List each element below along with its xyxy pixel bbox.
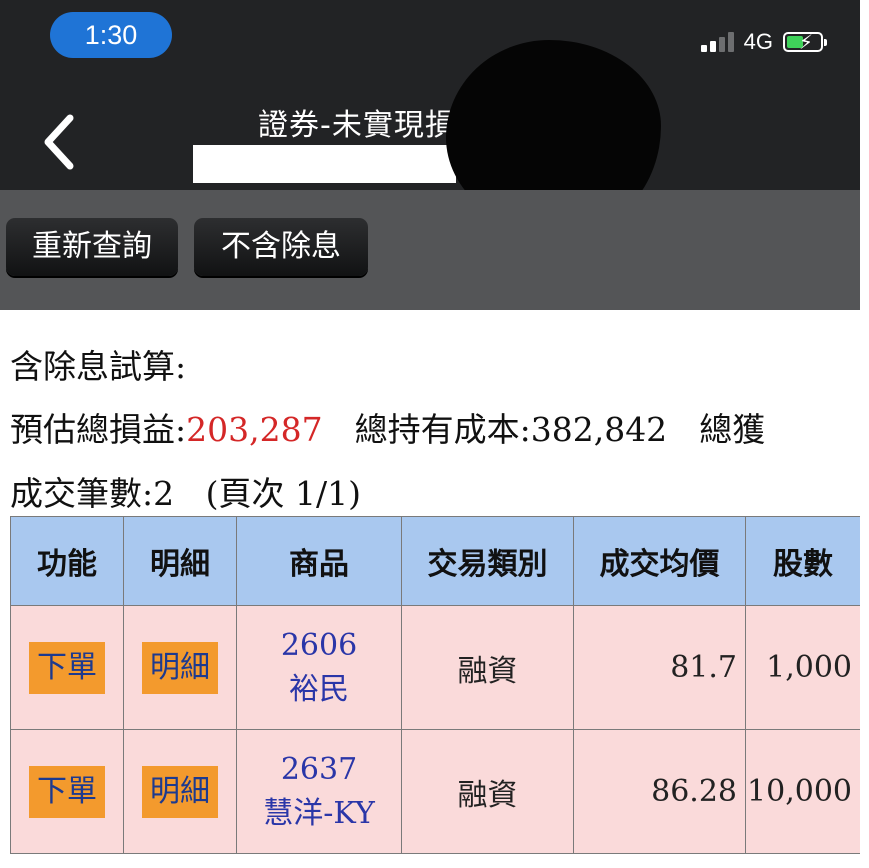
total-cost-label: 總持有成本: — [354, 410, 531, 449]
trade-count-label: 成交筆數: — [10, 474, 154, 513]
app-header: 1:30 4G ⚡ 證券-未實現損 — [0, 0, 869, 235]
trade-type-cell: 融資 — [401, 729, 574, 854]
toolbar: 重新查詢 不含除息 — [0, 190, 860, 310]
product-name-link[interactable]: 慧洋-KY — [237, 792, 401, 836]
holdings-table: 功能 明細 商品 交易類別 成交均價 股數 下單 明細 2606 裕民 融資 81… — [10, 516, 861, 854]
page-title: 證券-未實現損 — [258, 108, 456, 143]
col-header-detail: 明細 — [123, 516, 237, 606]
trade-type-cell: 融資 — [401, 605, 574, 730]
col-header-function: 功能 — [10, 516, 124, 606]
cellular-signal-icon — [700, 32, 734, 52]
product-name-link[interactable]: 裕民 — [237, 668, 401, 712]
back-chevron-icon[interactable] — [38, 112, 88, 172]
total-profit-label: 總獲 — [699, 410, 766, 449]
status-time: 1:30 — [50, 12, 172, 58]
page-info: (頁次 1/1) — [205, 474, 361, 513]
est-pl-label: 預估總損益: — [10, 410, 187, 449]
col-header-product: 商品 — [236, 516, 402, 606]
col-header-trade-type: 交易類別 — [401, 516, 574, 606]
summary-heading: 含除息試算: — [10, 347, 187, 386]
right-edge-mask — [860, 0, 869, 868]
est-pl-value: 203,287 — [186, 410, 323, 449]
place-order-button[interactable]: 下單 — [29, 641, 105, 694]
redaction-bar — [193, 145, 456, 183]
battery-charging-icon: ⚡ — [783, 30, 827, 54]
place-order-button[interactable]: 下單 — [29, 765, 105, 818]
detail-button[interactable]: 明細 — [142, 641, 218, 694]
col-header-avg-price: 成交均價 — [573, 516, 746, 606]
table-row: 下單 明細 2606 裕民 融資 81.7 1,000 — [10, 605, 861, 730]
network-type: 4G — [743, 29, 773, 54]
product-code-link[interactable]: 2606 — [237, 624, 401, 668]
table-row: 下單 明細 2637 慧洋-KY 融資 86.28 10,000 — [10, 729, 861, 854]
status-indicators: 4G ⚡ — [700, 24, 827, 60]
total-cost-value: 382,842 — [530, 410, 668, 449]
detail-button[interactable]: 明細 — [142, 765, 218, 818]
col-header-shares: 股數 — [745, 516, 861, 606]
table-header-row: 功能 明細 商品 交易類別 成交均價 股數 — [10, 516, 861, 606]
summary-totals: 預估總損益:203,287 總持有成本:382,842 總獲 — [10, 403, 765, 451]
requery-button[interactable]: 重新查詢 — [6, 218, 178, 276]
shares-cell: 10,000 — [745, 729, 861, 854]
avg-price-cell: 81.7 — [573, 605, 746, 730]
avg-price-cell: 86.28 — [573, 729, 746, 854]
shares-cell: 1,000 — [745, 605, 861, 730]
exclude-dividend-button[interactable]: 不含除息 — [194, 218, 368, 276]
product-code-link[interactable]: 2637 — [237, 748, 401, 792]
summary-count: 成交筆數:2 (頁次 1/1) — [10, 467, 361, 515]
trade-count-value: 2 — [153, 474, 175, 513]
